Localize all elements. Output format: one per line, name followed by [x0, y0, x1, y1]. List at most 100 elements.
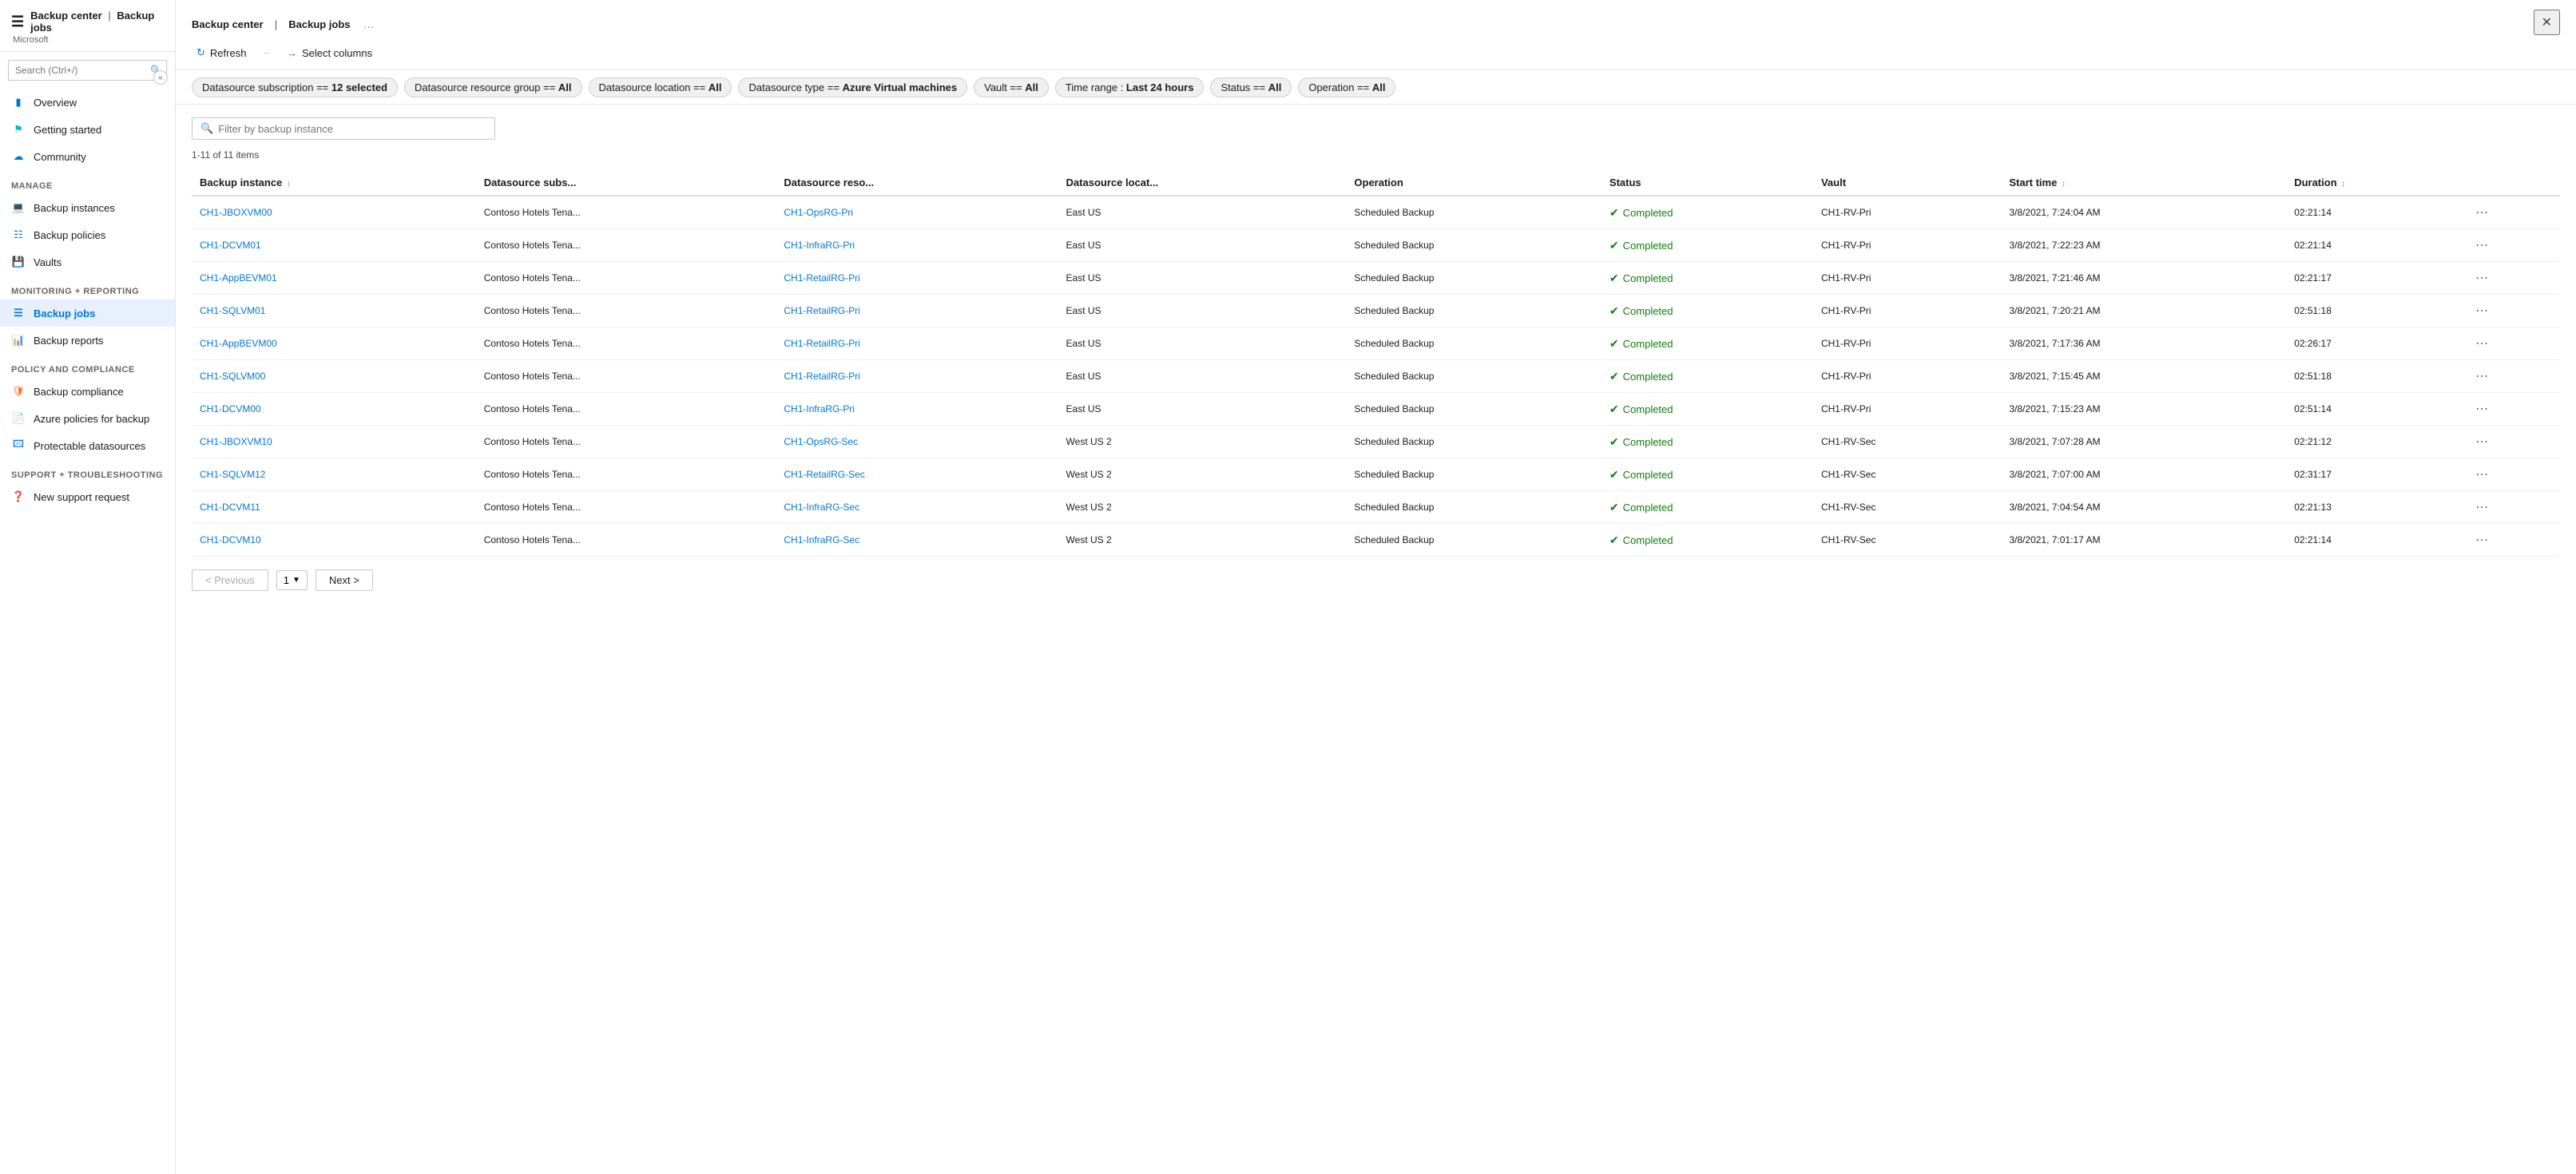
cell-more-actions[interactable]: ⋯ — [2464, 327, 2560, 360]
page-selector[interactable]: 1 ▼ — [276, 570, 308, 590]
filter-operation[interactable]: Operation == All — [1298, 77, 1395, 97]
cell-operation: Scheduled Backup — [1346, 458, 1602, 491]
sidebar-item-backup-jobs[interactable]: ☰ Backup jobs — [0, 299, 175, 327]
select-columns-button[interactable]: → Select columns — [282, 44, 377, 62]
status-completed-icon: ✔ — [1610, 468, 1619, 482]
sidebar-item-backup-compliance[interactable]: 🛡 Backup compliance — [0, 378, 175, 405]
cell-backup-instance: CH1-AppBEVM01 — [192, 262, 476, 295]
cell-duration: 02:21:14 — [2286, 196, 2464, 229]
status-label: Completed — [1623, 338, 1673, 350]
filter-datasource-subscription[interactable]: Datasource subscription == 12 selected — [192, 77, 398, 97]
sidebar-item-vaults[interactable]: 💾 Vaults — [0, 248, 175, 276]
cell-datasource-subs: Contoso Hotels Tena... — [476, 262, 776, 295]
table-row[interactable]: CH1-SQLVM01 Contoso Hotels Tena... CH1-R… — [192, 295, 2560, 327]
sort-icon-duration: ↕ — [2341, 180, 2345, 188]
filter-status[interactable]: Status == All — [1210, 77, 1292, 97]
col-header-actions — [2464, 170, 2560, 196]
cell-backup-instance: CH1-JBOXVM00 — [192, 196, 476, 229]
table-row[interactable]: CH1-DCVM00 Contoso Hotels Tena... CH1-In… — [192, 393, 2560, 426]
row-more-button[interactable]: ⋯ — [2472, 334, 2492, 353]
nav-item-overview[interactable]: ▮ Overview — [0, 89, 175, 116]
azure-policies-icon: 📄 — [11, 411, 26, 426]
table-row[interactable]: CH1-DCVM10 Contoso Hotels Tena... CH1-In… — [192, 524, 2560, 557]
next-button[interactable]: Next > — [316, 569, 373, 591]
nav-item-getting-started[interactable]: ⚑ Getting started — [0, 116, 175, 143]
close-button[interactable]: ✕ — [2534, 10, 2560, 35]
table-row[interactable]: CH1-AppBEVM00 Contoso Hotels Tena... CH1… — [192, 327, 2560, 360]
nav-item-community[interactable]: ☁ Community — [0, 143, 175, 170]
row-more-button[interactable]: ⋯ — [2472, 367, 2492, 386]
cell-start-time: 3/8/2021, 7:20:21 AM — [2001, 295, 2286, 327]
sidebar-item-backup-instances[interactable]: 💻 Backup instances — [0, 194, 175, 221]
cell-more-actions[interactable]: ⋯ — [2464, 524, 2560, 557]
row-more-button[interactable]: ⋯ — [2472, 498, 2492, 517]
cell-datasource-locat: East US — [1058, 327, 1347, 360]
backup-instance-search-box[interactable]: 🔍 — [192, 117, 495, 140]
cell-more-actions[interactable]: ⋯ — [2464, 426, 2560, 458]
cell-datasource-locat: East US — [1058, 229, 1347, 262]
cell-more-actions[interactable]: ⋯ — [2464, 458, 2560, 491]
backup-instance-search-input[interactable] — [218, 123, 486, 135]
cell-datasource-reso: CH1-RetailRG-Pri — [776, 327, 1058, 360]
cell-datasource-reso: CH1-RetailRG-Pri — [776, 360, 1058, 393]
cell-more-actions[interactable]: ⋯ — [2464, 196, 2560, 229]
col-header-operation: Operation — [1346, 170, 1602, 196]
col-header-backup-instance[interactable]: Backup instance ↕ — [192, 170, 476, 196]
cell-more-actions[interactable]: ⋯ — [2464, 491, 2560, 524]
col-header-datasource-subs: Datasource subs... — [476, 170, 776, 196]
filter-datasource-resource-group[interactable]: Datasource resource group == All — [404, 77, 582, 97]
cell-duration: 02:21:14 — [2286, 229, 2464, 262]
table-row[interactable]: CH1-AppBEVM01 Contoso Hotels Tena... CH1… — [192, 262, 2560, 295]
filter-datasource-location[interactable]: Datasource location == All — [589, 77, 732, 97]
table-row[interactable]: CH1-DCVM11 Contoso Hotels Tena... CH1-In… — [192, 491, 2560, 524]
getting-started-icon: ⚑ — [11, 122, 26, 137]
cell-start-time: 3/8/2021, 7:07:28 AM — [2001, 426, 2286, 458]
filter-time-range[interactable]: Time range : Last 24 hours — [1055, 77, 1205, 97]
cell-operation: Scheduled Backup — [1346, 229, 1602, 262]
col-header-datasource-locat: Datasource locat... — [1058, 170, 1347, 196]
cell-datasource-subs: Contoso Hotels Tena... — [476, 458, 776, 491]
row-more-button[interactable]: ⋯ — [2472, 301, 2492, 320]
row-more-button[interactable]: ⋯ — [2472, 236, 2492, 255]
refresh-button[interactable]: ↻ Refresh — [192, 43, 251, 62]
previous-button[interactable]: < Previous — [192, 569, 268, 591]
sidebar-item-backup-reports[interactable]: 📊 Backup reports — [0, 327, 175, 354]
col-header-duration[interactable]: Duration ↕ — [2286, 170, 2464, 196]
toolbar-separator: ⎯ — [264, 46, 269, 59]
cell-more-actions[interactable]: ⋯ — [2464, 393, 2560, 426]
cell-datasource-reso: CH1-OpsRG-Pri — [776, 196, 1058, 229]
status-label: Completed — [1623, 469, 1673, 481]
row-more-button[interactable]: ⋯ — [2472, 203, 2492, 222]
sidebar-item-protectable-sources[interactable]: 🖾 Protectable datasources — [0, 432, 175, 459]
cell-more-actions[interactable]: ⋯ — [2464, 360, 2560, 393]
community-icon: ☁ — [11, 149, 26, 164]
table-row[interactable]: CH1-JBOXVM10 Contoso Hotels Tena... CH1-… — [192, 426, 2560, 458]
cell-more-actions[interactable]: ⋯ — [2464, 295, 2560, 327]
row-more-button[interactable]: ⋯ — [2472, 399, 2492, 418]
sidebar-item-azure-policies[interactable]: 📄 Azure policies for backup — [0, 405, 175, 432]
cell-backup-instance: CH1-DCVM01 — [192, 229, 476, 262]
row-more-button[interactable]: ⋯ — [2472, 432, 2492, 451]
cell-more-actions[interactable]: ⋯ — [2464, 229, 2560, 262]
table-row[interactable]: CH1-SQLVM12 Contoso Hotels Tena... CH1-R… — [192, 458, 2560, 491]
col-header-start-time[interactable]: Start time ↕ — [2001, 170, 2286, 196]
sidebar-item-new-support[interactable]: ❓ New support request — [0, 483, 175, 510]
filter-datasource-type[interactable]: Datasource type == Azure Virtual machine… — [738, 77, 967, 97]
main-header: Backup center | Backup jobs … ✕ ↻ Refres… — [176, 0, 2576, 69]
content-area: 🔍 1-11 of 11 items Backup instance ↕ Dat… — [176, 105, 2576, 1174]
table-row[interactable]: CH1-SQLVM00 Contoso Hotels Tena... CH1-R… — [192, 360, 2560, 393]
row-more-button[interactable]: ⋯ — [2472, 530, 2492, 549]
table-row[interactable]: CH1-JBOXVM00 Contoso Hotels Tena... CH1-… — [192, 196, 2560, 229]
collapse-sidebar-button[interactable]: « — [153, 70, 168, 85]
search-input[interactable] — [8, 60, 167, 81]
status-completed-icon: ✔ — [1610, 304, 1619, 318]
cell-datasource-subs: Contoso Hotels Tena... — [476, 393, 776, 426]
sidebar-header: ☰ Backup center | Backup jobs Microsoft — [0, 0, 175, 52]
row-more-button[interactable]: ⋯ — [2472, 465, 2492, 484]
row-more-button[interactable]: ⋯ — [2472, 268, 2492, 288]
filter-vault[interactable]: Vault == All — [974, 77, 1049, 97]
table-row[interactable]: CH1-DCVM01 Contoso Hotels Tena... CH1-In… — [192, 229, 2560, 262]
sidebar-item-backup-policies[interactable]: ☷ Backup policies — [0, 221, 175, 248]
cell-more-actions[interactable]: ⋯ — [2464, 262, 2560, 295]
cell-operation: Scheduled Backup — [1346, 327, 1602, 360]
